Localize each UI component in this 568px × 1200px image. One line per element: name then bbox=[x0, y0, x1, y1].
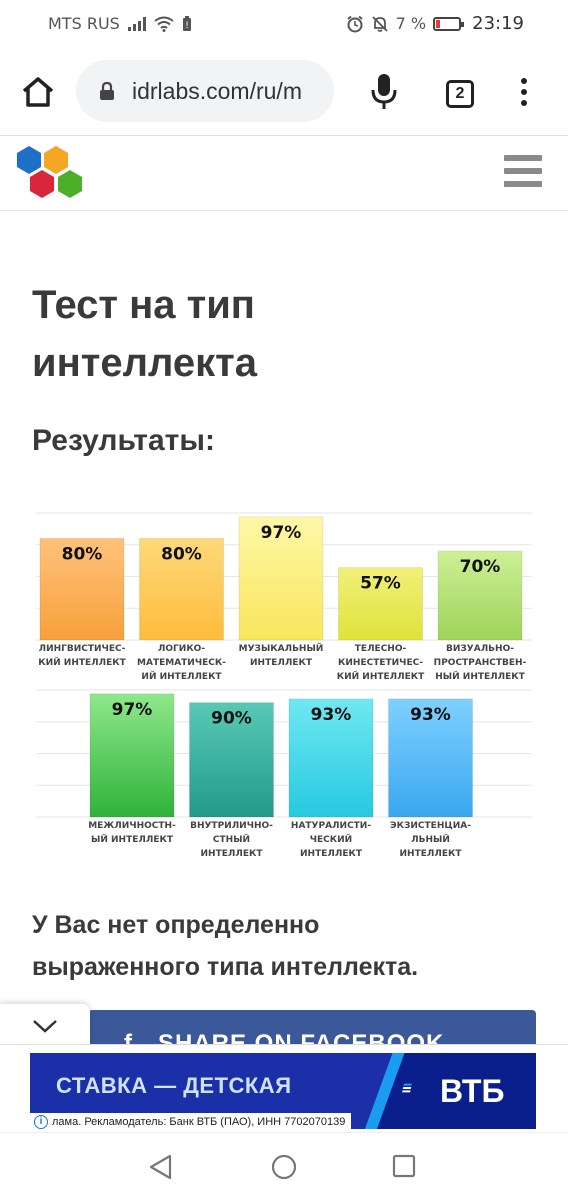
site-header bbox=[0, 137, 568, 211]
lock-icon bbox=[100, 82, 114, 100]
results-heading: Результаты: bbox=[32, 424, 215, 457]
hamburger-icon[interactable] bbox=[504, 155, 542, 189]
chart-value-label: 97% bbox=[261, 523, 302, 543]
menu-icon[interactable] bbox=[514, 78, 534, 112]
url-text: idrlabs.com/ru/m bbox=[132, 78, 302, 104]
chart-category-label: ЛОГИКО- bbox=[158, 644, 205, 654]
vtb-logo-icon bbox=[402, 1083, 412, 1093]
chart-category-label: НАТУРАЛИСТИ- bbox=[291, 821, 371, 831]
chart-category-label: КИЙ ИНТЕЛЛЕКТ bbox=[38, 656, 126, 668]
chart-category-label: МАТЕМАТИЧЕСК- bbox=[137, 658, 226, 668]
back-icon[interactable] bbox=[148, 1153, 174, 1181]
ad-disclaimer-text: лама. Рекламодатель: Банк ВТБ (ПАО), ИНН… bbox=[52, 1116, 346, 1128]
chart-category-label: ЧЕСКИЙ bbox=[310, 833, 352, 845]
chart-category-label: ИЙ ИНТЕЛЛЕКТ bbox=[141, 670, 222, 682]
chart-category-label: ЛЬНЫЙ bbox=[411, 833, 450, 845]
status-bar: MTS RUS ! 7 % 23:19 bbox=[0, 0, 568, 48]
clock: 23:19 bbox=[472, 13, 524, 34]
tabs-icon[interactable]: 2 bbox=[446, 80, 474, 108]
summary-text: У Вас нет определенно выраженного типа и… bbox=[32, 904, 532, 988]
chart-category-label: ИНТЕЛЛЕКТ bbox=[400, 849, 463, 859]
chart-value-label: 93% bbox=[311, 705, 352, 725]
chart-category-label: ИНТЕЛЛЕКТ bbox=[250, 658, 313, 668]
browser-toolbar: idrlabs.com/ru/m 2 bbox=[0, 48, 568, 136]
chart-category-label: ВНУТРИЛИЧНО- bbox=[190, 821, 273, 831]
chart-category-label: КИНЕСТЕТИЧЕС- bbox=[338, 658, 423, 668]
home-circle-icon[interactable] bbox=[270, 1153, 298, 1181]
chart-category-label: ЛИНГВИСТИЧЕС- bbox=[39, 644, 126, 654]
summary-line2: выраженного типа интеллекта. bbox=[32, 953, 419, 981]
page-title-line1: Тест на тип bbox=[32, 283, 255, 327]
chart-value-label: 80% bbox=[161, 544, 202, 564]
ad-brand: ВТБ bbox=[440, 1073, 505, 1109]
ad-headline: СТАВКА — ДЕТСКАЯ bbox=[56, 1073, 292, 1098]
battery-percent: 7 % bbox=[395, 14, 427, 33]
chart-category-label: СТНЫЙ bbox=[213, 833, 250, 845]
ad-disclaimer: i лама. Рекламодатель: Банк ВТБ (ПАО), И… bbox=[30, 1113, 352, 1131]
address-bar[interactable]: idrlabs.com/ru/m bbox=[76, 60, 334, 122]
wifi-icon bbox=[154, 16, 174, 32]
results-chart: 80% ЛИНГВИСТИЧЕС- КИЙ ИНТЕЛЛЕКТ 80% ЛОГИКО- М… bbox=[36, 512, 532, 859]
mic-icon[interactable] bbox=[370, 72, 398, 112]
chart-category-label: МУЗЫКАЛЬНЫЙ bbox=[239, 642, 324, 654]
summary-line1: У Вас нет определенно bbox=[32, 911, 320, 939]
chart-value-label: 70% bbox=[460, 557, 501, 577]
chart-category-label: ПРОСТРАНСТВЕН- bbox=[434, 658, 527, 668]
chevron-down-icon bbox=[33, 1020, 57, 1033]
chart-value-label: 93% bbox=[410, 705, 451, 725]
page-title: Тест на тип интеллекта bbox=[32, 276, 532, 392]
system-nav-bar bbox=[0, 1132, 568, 1200]
home-icon[interactable] bbox=[20, 74, 56, 110]
battery-saver-icon: ! bbox=[182, 15, 191, 31]
signal-icon bbox=[127, 16, 146, 31]
carrier-name: MTS RUS bbox=[48, 14, 120, 33]
chart-category-label: МЕЖЛИЧНОСТН- bbox=[88, 821, 176, 831]
chart-category-label: КИЙ ИНТЕЛЛЕКТ bbox=[337, 670, 425, 682]
chart-category-label: ТЕЛЕСНО- bbox=[355, 644, 407, 654]
chart-category-label: ВИЗУАЛЬНО- bbox=[446, 644, 514, 654]
chart-value-label: 90% bbox=[211, 709, 252, 729]
page-title-line2: интеллекта bbox=[32, 341, 257, 385]
recents-icon[interactable] bbox=[392, 1154, 416, 1178]
chart-category-label: НЫЙ ИНТЕЛЛЕКТ bbox=[435, 670, 525, 682]
chart-value-label: 57% bbox=[360, 574, 401, 594]
chart-category-label: ИНТЕЛЛЕКТ bbox=[201, 849, 264, 859]
idrlabs-logo[interactable] bbox=[12, 143, 88, 207]
chart-category-label: ЫЙ ИНТЕЛЛЕКТ bbox=[91, 833, 174, 845]
chart-value-label: 80% bbox=[62, 544, 103, 564]
mute-icon bbox=[372, 15, 388, 32]
ad-area: СТАВКА — ДЕТСКАЯ ВТБ i лама. Рекламодате… bbox=[0, 1044, 568, 1132]
chart-category-label: ЭКЗИСТЕНЦИА- bbox=[390, 821, 471, 831]
chart-value-label: 97% bbox=[112, 700, 153, 720]
alarm-icon bbox=[347, 15, 363, 32]
info-icon[interactable]: i bbox=[34, 1115, 48, 1129]
svg-text:!: ! bbox=[185, 21, 189, 31]
chart-category-label: ИНТЕЛЛЕКТ bbox=[300, 849, 363, 859]
battery-icon bbox=[433, 16, 465, 31]
